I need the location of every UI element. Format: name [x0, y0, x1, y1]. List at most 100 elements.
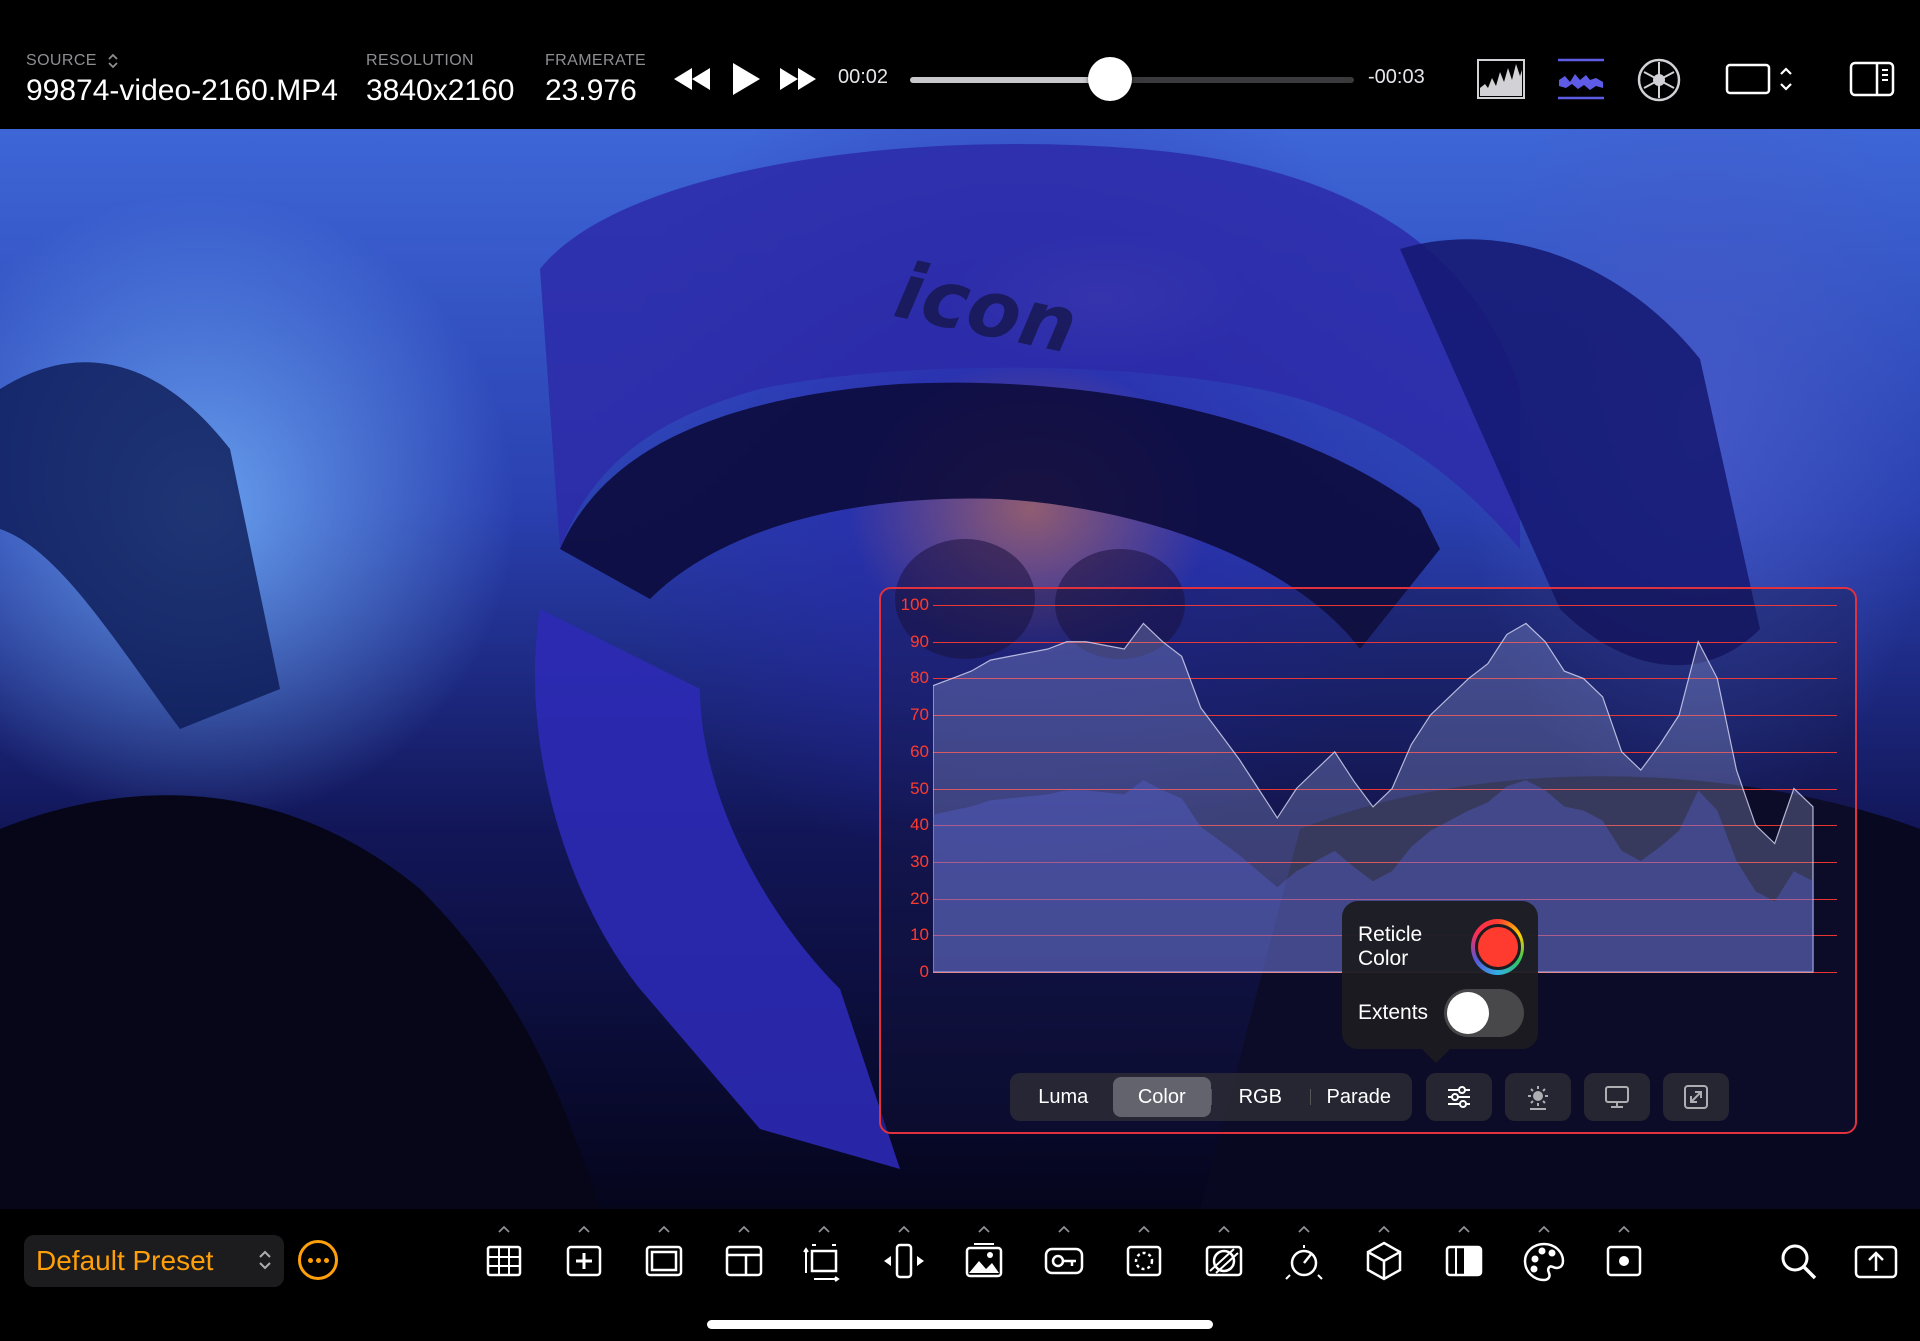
- settings-sliders-icon: [1448, 1086, 1470, 1108]
- brightness-icon: [1528, 1086, 1548, 1110]
- crosshair-tool-button[interactable]: [556, 1225, 612, 1289]
- expand-icon: [1684, 1085, 1708, 1109]
- play-icon: [733, 63, 760, 95]
- scope-brightness-button[interactable]: [1505, 1073, 1571, 1121]
- waveform-scope-panel[interactable]: 100 90 80 70 60 50 40 30 20 10 0 Reticle Color Ext…: [879, 587, 1857, 1134]
- scope-scale-label: 80: [910, 668, 929, 688]
- search-button[interactable]: [1770, 1233, 1826, 1289]
- caret-up-icon: [1538, 1225, 1550, 1233]
- color-palette-icon: [1523, 1242, 1565, 1282]
- top-toolbar: SOURCE 99874-video-2160.MP4 RESOLUTION 3…: [0, 0, 1920, 129]
- export-button[interactable]: [1848, 1233, 1904, 1289]
- gradient-icon: [1445, 1245, 1483, 1277]
- sidebar-icon: [1849, 61, 1895, 97]
- frame-guide-icon: [645, 1245, 683, 1277]
- rewind-button[interactable]: [670, 60, 714, 98]
- reticle-color-picker[interactable]: [1471, 919, 1524, 975]
- scope-settings-button[interactable]: [1426, 1073, 1492, 1121]
- scope-scale-label: 100: [900, 595, 929, 614]
- caret-up-icon: [1458, 1225, 1470, 1233]
- caret-up-icon: [1618, 1225, 1630, 1233]
- preset-label: Default Preset: [36, 1245, 214, 1276]
- crosshair-icon: [566, 1245, 602, 1277]
- caret-up-icon: [978, 1225, 990, 1233]
- false-color-tool-button[interactable]: [1036, 1225, 1092, 1289]
- caret-up-icon: [1298, 1225, 1310, 1233]
- more-dot: [307, 1257, 313, 1263]
- color-palette-tool-button[interactable]: [1516, 1225, 1572, 1289]
- scope-scale-label: 30: [910, 851, 929, 871]
- framerate-label: FRAMERATE: [545, 52, 647, 69]
- toggle-knob: [1447, 992, 1489, 1034]
- scrubber-thumb[interactable]: [1087, 57, 1132, 101]
- anamorphic-icon: [884, 1243, 924, 1279]
- histogram-button[interactable]: [1474, 56, 1528, 102]
- bottom-toolbar: Default Preset: [0, 1209, 1920, 1341]
- transform-tool-button[interactable]: [796, 1225, 852, 1289]
- aspect-frame-button[interactable]: [1724, 58, 1800, 100]
- chevron-updown-icon: [259, 1250, 271, 1270]
- scope-scale-label: 20: [910, 888, 929, 908]
- resolution-label: RESOLUTION: [366, 52, 475, 69]
- search-icon: [1781, 1244, 1817, 1280]
- fast-forward-button[interactable]: [776, 60, 820, 98]
- caret-up-icon: [1138, 1225, 1150, 1233]
- spot-meter-tool-button[interactable]: [1596, 1225, 1652, 1289]
- vectorscope-icon: [1637, 58, 1681, 102]
- grid-overlay-icon: [486, 1245, 522, 1277]
- preset-selector[interactable]: Default Preset: [24, 1235, 284, 1287]
- source-label: SOURCE: [26, 52, 97, 69]
- resolution-info: RESOLUTION 3840x2160: [366, 52, 514, 108]
- source-selector[interactable]: SOURCE 99874-video-2160.MP4: [26, 52, 338, 108]
- caret-up-icon: [898, 1225, 910, 1233]
- more-options-button[interactable]: [298, 1240, 338, 1280]
- anamorphic-tool-button[interactable]: [876, 1225, 932, 1289]
- playback-scrubber[interactable]: [910, 57, 1354, 101]
- mode-rgb[interactable]: RGB: [1211, 1077, 1310, 1117]
- rewind-icon: [674, 68, 710, 90]
- fast-forward-icon: [780, 68, 816, 90]
- extents-toggle[interactable]: [1444, 989, 1524, 1037]
- framerate-info: FRAMERATE 23.976: [545, 52, 646, 108]
- vectorscope-button[interactable]: [1634, 56, 1684, 104]
- caret-up-icon: [818, 1225, 830, 1233]
- zebra-tool-button[interactable]: [1196, 1225, 1252, 1289]
- reticle-color-label: Reticle Color: [1358, 923, 1423, 970]
- lut-cube-icon: [1366, 1241, 1402, 1281]
- focus-peaking-icon: [1126, 1245, 1162, 1277]
- remaining-time: -00:03: [1368, 66, 1425, 88]
- scope-scale-label: 70: [910, 705, 929, 725]
- lut-cube-tool-button[interactable]: [1356, 1225, 1412, 1289]
- image-overlay-icon: [965, 1243, 1003, 1278]
- gradient-tool-button[interactable]: [1436, 1225, 1492, 1289]
- aspect-frame-icon: [1725, 63, 1792, 95]
- video-viewer[interactable]: icon 100 90 80 70 60 50 40 30 20 10 0 Reticle Colo…: [0, 129, 1920, 1209]
- source-filename: 99874-video-2160.MP4: [26, 74, 338, 107]
- scope-expand-button[interactable]: [1663, 1073, 1729, 1121]
- framerate-value: 23.976: [545, 74, 637, 107]
- waveform-icon: [1558, 58, 1604, 100]
- focus-peaking-tool-button[interactable]: [1116, 1225, 1172, 1289]
- mode-parade[interactable]: Parade: [1309, 1077, 1409, 1117]
- caret-up-icon: [1058, 1225, 1070, 1233]
- scope-scale-label: 0: [919, 962, 929, 981]
- spot-meter-icon: [1606, 1245, 1642, 1277]
- grid-overlay-tool-button[interactable]: [476, 1225, 532, 1289]
- transform-icon: [803, 1244, 840, 1282]
- frame-guide-tool-button[interactable]: [636, 1225, 692, 1289]
- reticle-color-row: Reticle Color: [1358, 919, 1524, 975]
- image-overlay-tool-button[interactable]: [956, 1225, 1012, 1289]
- scrubber-progress: [910, 77, 1110, 83]
- play-button[interactable]: [726, 58, 766, 100]
- sidebar-toggle-button[interactable]: [1848, 58, 1896, 100]
- caret-up-icon: [498, 1225, 510, 1233]
- mode-luma[interactable]: Luma: [1014, 1077, 1113, 1117]
- zebra-icon: [1205, 1245, 1243, 1277]
- waveform-button[interactable]: [1554, 56, 1608, 102]
- exposure-tool-button[interactable]: [1276, 1225, 1332, 1289]
- false-color-icon: [1044, 1247, 1084, 1275]
- scope-scale-label: 50: [910, 778, 929, 798]
- mode-color[interactable]: Color: [1112, 1077, 1211, 1117]
- layout-tool-button[interactable]: [716, 1225, 772, 1289]
- scope-display-button[interactable]: [1584, 1073, 1650, 1121]
